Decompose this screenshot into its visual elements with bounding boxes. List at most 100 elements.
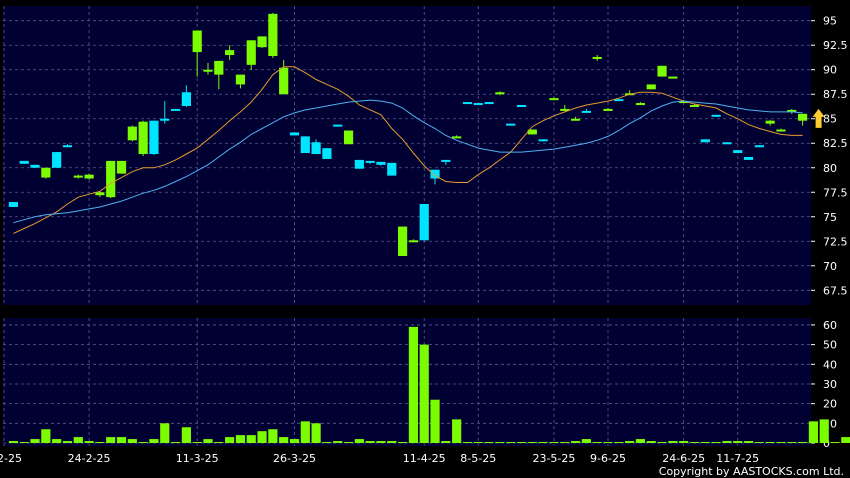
date-tick-label: 23-5-25 [532, 452, 575, 465]
candle-body [300, 136, 310, 154]
volume-bar [149, 439, 159, 443]
price-tick-label: 85 [823, 113, 837, 126]
volume-bar [398, 442, 408, 444]
candle-body [419, 204, 429, 241]
volume-bar [8, 441, 18, 443]
price-panel-background [3, 6, 811, 305]
volume-bar [246, 435, 256, 443]
candle-body [138, 121, 148, 155]
volume-bar [462, 442, 473, 444]
volume-bar [441, 441, 451, 443]
volume-bar [506, 442, 516, 444]
volume-bar [808, 421, 818, 443]
volume-bar [592, 442, 602, 444]
date-tick-label: 11-3-25 [176, 452, 219, 465]
volume-bar [300, 421, 310, 443]
candle-body [668, 76, 678, 79]
volume-bar [722, 441, 732, 443]
candle-body [365, 160, 375, 163]
volume-bar [733, 441, 743, 443]
candle-body [214, 60, 224, 75]
volume-bar [311, 423, 321, 443]
volume-bar [798, 442, 808, 444]
volume-bar [581, 439, 591, 443]
candle-body [462, 102, 473, 105]
volume-tick-label: 20 [823, 398, 837, 411]
candle-body [149, 120, 159, 155]
candle-body [473, 103, 483, 106]
candle-body [570, 118, 581, 121]
volume-bar [473, 442, 483, 444]
volume-bar [343, 442, 354, 444]
volume-tick-label: 60 [823, 319, 837, 332]
candle-body [322, 148, 332, 159]
volume-bar [192, 442, 202, 444]
candle-body [203, 69, 213, 72]
candle-body [225, 50, 235, 56]
volume-bar [711, 442, 721, 444]
volume-bar [484, 442, 494, 444]
price-tick-label: 82.5 [823, 137, 848, 150]
candle-body [30, 164, 40, 168]
volume-bar [700, 442, 710, 444]
candle-body [160, 118, 170, 121]
candle-body [765, 120, 775, 124]
volume-bar [279, 437, 289, 443]
candle-body [246, 40, 256, 65]
volume-bar [635, 439, 646, 443]
candle-body [127, 126, 137, 141]
candle-body [19, 160, 29, 164]
date-tick-label: 24-6-25 [662, 452, 705, 465]
candle-body [408, 240, 418, 243]
date-tick-label: 11-7-25 [716, 452, 759, 465]
candle-body [116, 160, 127, 174]
volume-tick-label: 50 [823, 339, 837, 352]
date-tick-label: 2-2-25 [0, 452, 22, 465]
volume-bar [689, 442, 700, 444]
volume-bar [819, 419, 829, 443]
volume-bar [160, 423, 170, 443]
volume-bar [138, 442, 148, 444]
volume-bar [527, 442, 537, 444]
candle-body [754, 145, 764, 148]
price-tick-label: 80 [823, 162, 837, 175]
candle-body [181, 92, 191, 106]
date-tick-label: 26-3-25 [273, 452, 316, 465]
volume-bar [776, 442, 786, 444]
candle-body [700, 139, 710, 143]
candle-body [170, 108, 181, 111]
volume-bar [495, 442, 505, 444]
volume-bar [354, 439, 364, 443]
volume-bar [743, 441, 754, 443]
volume-bar [560, 442, 570, 444]
candle-body [733, 150, 743, 154]
volume-bar [679, 441, 689, 443]
volume-bar [614, 442, 624, 444]
volume-bar [116, 437, 127, 443]
volume-bar [765, 442, 775, 444]
volume-bar [452, 419, 462, 443]
date-tick-label: 11-4-25 [403, 452, 446, 465]
volume-bar [657, 442, 667, 444]
date-tick-label: 24-2-25 [68, 452, 111, 465]
candle-body [62, 145, 73, 148]
stock-chart: 95 92.5 90 87.5 85 82.5 80 77.5 75 72.5 70 67.5 60 5… [0, 0, 850, 478]
volume-bar [214, 442, 224, 444]
candle-body [192, 30, 202, 53]
candle-body [646, 84, 656, 90]
price-tick-label: 87.5 [823, 88, 848, 101]
volume-bar [322, 442, 332, 444]
volume-bar [646, 441, 656, 443]
volume-bar [668, 441, 678, 443]
candle-body [354, 159, 364, 169]
candle-body [84, 174, 94, 179]
volume-bar [387, 441, 397, 443]
volume-bar [268, 429, 278, 443]
volume-bar [235, 435, 246, 443]
candle-body [722, 142, 732, 145]
candle-body [538, 139, 548, 142]
volume-bar [603, 442, 613, 444]
volume-panel-background [3, 318, 811, 446]
candle-body [657, 65, 667, 77]
volume-bar [430, 399, 440, 443]
